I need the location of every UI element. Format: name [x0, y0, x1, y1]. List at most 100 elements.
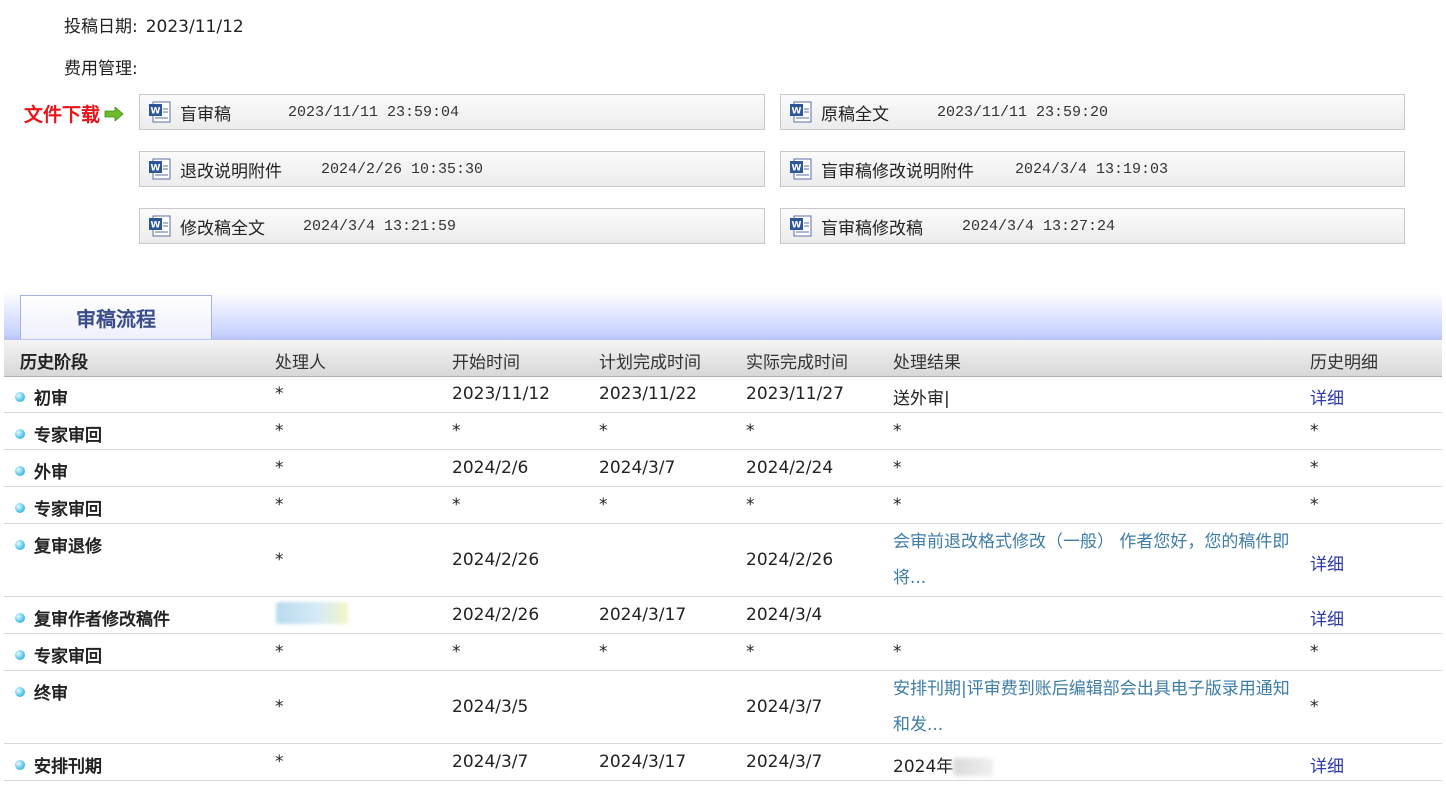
stage-name: 安排刊期 — [34, 757, 102, 777]
file-time: 2024/3/4 13:27:24 — [962, 217, 1116, 235]
handler-cell: * — [275, 642, 284, 662]
stage-cell: 专家审回 — [4, 495, 102, 520]
stage-name: 复审作者修改稿件 — [34, 610, 170, 630]
handler-cell: * — [275, 697, 284, 717]
bullet-icon — [15, 428, 25, 439]
start-cell: 2024/2/26 — [452, 550, 540, 570]
detail-link[interactable]: 详细 — [1310, 605, 1344, 630]
handler-cell: * — [275, 421, 284, 441]
actual-cell: 2024/2/26 — [746, 550, 834, 570]
table-row: 初审 * 2023/11/12 2023/11/22 2023/11/27 送外… — [4, 376, 1442, 413]
file-download-text: 文件下载 — [24, 104, 101, 126]
detail-cell: * — [1310, 421, 1319, 441]
detail-link[interactable]: 详细 — [1310, 384, 1344, 409]
detail-link[interactable]: 详细 — [1310, 752, 1344, 777]
file-name: 盲审稿修改说明附件 — [821, 161, 974, 182]
tab-review-workflow[interactable]: 审稿流程 — [20, 295, 212, 339]
workflow-tab-bar: 审稿流程 — [4, 292, 1442, 341]
planned-cell: 2023/11/22 — [599, 384, 697, 404]
planned-cell: * — [599, 495, 608, 515]
stage-name: 专家审回 — [34, 500, 102, 520]
submit-date-line: 投稿日期: 2023/11/12 — [64, 12, 244, 37]
actual-cell: 2024/2/24 — [746, 458, 834, 478]
table-row: 专家审回 * * * * * * — [4, 634, 1442, 671]
start-cell: * — [452, 421, 461, 441]
planned-cell: 2024/3/17 — [599, 605, 687, 625]
stage-name: 专家审回 — [34, 647, 102, 667]
stage-name: 外审 — [34, 463, 68, 483]
header-handler: 处理人 — [275, 353, 326, 373]
workflow-table-header: 历史阶段 处理人 开始时间 计划完成时间 实际完成时间 处理结果 历史明细 — [4, 340, 1442, 377]
handler-cell: * — [275, 458, 284, 478]
result-cell: * — [893, 458, 902, 478]
planned-cell: * — [599, 421, 608, 441]
detail-cell: * — [1310, 642, 1319, 662]
result-link[interactable]: 会审前退改格式修改（一般） 作者您好，您的稿件即将... — [893, 524, 1297, 596]
table-row: 外审 * 2024/2/6 2024/3/7 2024/2/24 * * — [4, 450, 1442, 487]
start-cell: 2024/3/5 — [452, 697, 529, 717]
word-document-icon: W — [790, 215, 812, 237]
actual-cell: * — [746, 642, 755, 662]
file-blind-review-revision-notes[interactable]: W 盲审稿修改说明附件 2024/3/4 13:19:03 — [780, 151, 1405, 187]
file-blind-review-revised-draft[interactable]: W 盲审稿修改稿 2024/3/4 13:27:24 — [780, 208, 1405, 244]
file-revision-notes-attachment[interactable]: W 退改说明附件 2024/2/26 10:35:30 — [139, 151, 765, 187]
result-cell: * — [893, 642, 902, 662]
file-blind-review-draft[interactable]: W 盲审稿 2023/11/11 23:59:04 — [139, 94, 765, 130]
start-cell: * — [452, 495, 461, 515]
header-history-detail: 历史明细 — [1310, 353, 1378, 373]
actual-cell: 2024/3/7 — [746, 752, 823, 772]
file-time: 2024/3/4 13:21:59 — [303, 217, 457, 235]
table-row: 终审 * 2024/3/5 2024/3/7 安排刊期|评审费到账后编辑部会出具… — [4, 671, 1442, 744]
word-document-icon: W — [149, 215, 171, 237]
result-cell: * — [893, 495, 902, 515]
actual-cell: 2024/3/4 — [746, 605, 823, 625]
actual-cell: * — [746, 421, 755, 441]
result-link[interactable]: 安排刊期|评审费到账后编辑部会出具电子版录用通知和发... — [893, 671, 1297, 743]
file-time: 2024/3/4 13:19:03 — [1015, 160, 1169, 178]
fee-management-line: 费用管理: — [64, 54, 138, 79]
stage-cell: 初审 — [4, 384, 68, 409]
word-document-icon: W — [149, 101, 171, 123]
bullet-icon — [15, 612, 25, 623]
stage-cell: 专家审回 — [4, 642, 102, 667]
stage-name: 终审 — [34, 684, 68, 704]
stage-name: 专家审回 — [34, 426, 102, 446]
bullet-icon — [15, 686, 25, 697]
redacted-issue — [953, 758, 994, 776]
svg-text:W: W — [151, 107, 161, 117]
submit-date-label: 投稿日期: — [64, 17, 138, 37]
file-name: 盲审稿修改稿 — [821, 218, 923, 239]
stage-name: 复审退修 — [34, 537, 102, 557]
stage-cell: 外审 — [4, 458, 68, 483]
file-original-full-text[interactable]: W 原稿全文 2023/11/11 23:59:20 — [780, 94, 1405, 130]
detail-link[interactable]: 详细 — [1310, 550, 1344, 575]
handler-cell: * — [275, 550, 284, 570]
svg-text:W: W — [792, 221, 802, 231]
table-row: 专家审回 * * * * * * — [4, 487, 1442, 524]
table-row: 专家审回 * * * * * * — [4, 413, 1442, 450]
actual-cell: 2023/11/27 — [746, 384, 844, 404]
stage-cell: 复审退修 — [4, 532, 102, 557]
word-document-icon: W — [790, 101, 812, 123]
result-cell: 2024年 — [893, 752, 994, 777]
fee-management-label: 费用管理: — [64, 59, 138, 79]
start-cell: 2024/2/6 — [452, 458, 529, 478]
svg-text:W: W — [792, 107, 802, 117]
result-text: 2024年 — [893, 757, 954, 777]
handler-cell: * — [275, 752, 284, 772]
file-revised-full-text[interactable]: W 修改稿全文 2024/3/4 13:21:59 — [139, 208, 765, 244]
bullet-icon — [15, 649, 25, 660]
planned-cell: * — [599, 642, 608, 662]
svg-text:W: W — [792, 164, 802, 174]
bullet-icon — [15, 502, 25, 513]
bullet-icon — [15, 465, 25, 476]
detail-cell: * — [1310, 697, 1319, 717]
actual-cell: 2024/3/7 — [746, 697, 823, 717]
bullet-icon — [15, 539, 25, 550]
word-document-icon: W — [149, 158, 171, 180]
planned-cell: 2024/3/7 — [599, 458, 676, 478]
start-cell: 2024/2/26 — [452, 605, 540, 625]
detail-cell: * — [1310, 495, 1319, 515]
header-result: 处理结果 — [893, 353, 961, 373]
header-planned-time: 计划完成时间 — [599, 353, 701, 373]
